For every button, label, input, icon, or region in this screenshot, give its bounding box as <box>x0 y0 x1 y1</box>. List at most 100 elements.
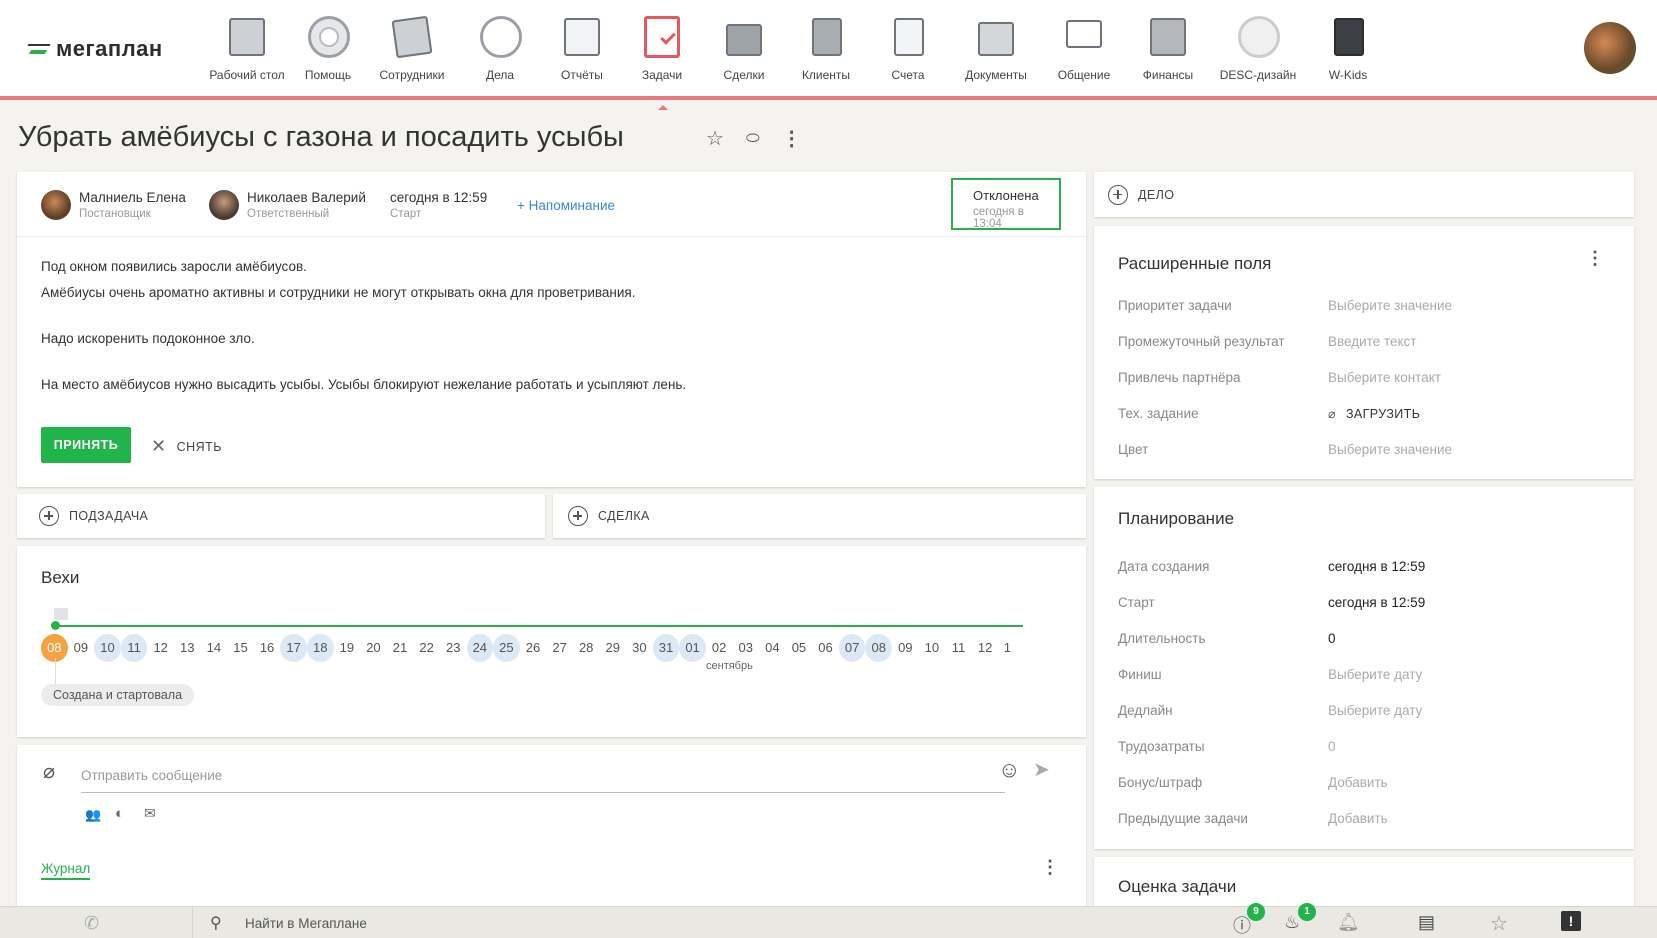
timeline-day[interactable]: 11 <box>945 634 972 662</box>
timeline-day[interactable]: 09 <box>892 634 919 662</box>
send-icon[interactable]: ➤ <box>1033 757 1050 782</box>
people-icon[interactable]: 👥 <box>85 807 101 823</box>
timeline-day[interactable]: 12 <box>972 634 999 662</box>
milestone-event-chip[interactable]: Создана и стартовала <box>41 684 195 706</box>
attach-icon[interactable]: ⌀ <box>43 759 55 784</box>
feedback-icon[interactable]: ! <box>1561 911 1581 931</box>
employees-icon <box>390 14 434 60</box>
accept-button[interactable]: ПРИНЯТЬ <box>41 427 131 463</box>
add-subtask-card[interactable]: ПОДЗАДАЧА <box>17 494 545 538</box>
timeline-day[interactable]: 10 <box>94 634 121 662</box>
nav-item-help[interactable]: Помощь <box>280 14 376 82</box>
timer-icon[interactable]: ◐ <box>115 805 124 822</box>
field-tech-spec: Тех. задание ⌀ ЗАГРУЗИТЬ <box>1118 406 1421 421</box>
nav-item-w-kids[interactable]: W-Kids <box>1300 14 1396 82</box>
field-bonus[interactable]: Бонус/штраф Добавить <box>1118 775 1598 790</box>
timeline-day[interactable]: 23 <box>440 634 467 662</box>
invoice-icon <box>886 14 930 60</box>
more-vert-icon[interactable]: ⋮ <box>782 126 802 151</box>
field-previous-tasks[interactable]: Предыдущие задачи Добавить <box>1118 811 1598 826</box>
tag-icon[interactable]: ⬭ <box>746 130 760 148</box>
logo[interactable]: мегаплан <box>28 36 163 62</box>
user-avatar[interactable] <box>1584 22 1636 74</box>
timeline-day[interactable]: 07 <box>838 634 866 662</box>
message-input[interactable]: Отправить сообщение <box>81 757 1005 793</box>
timeline-day[interactable]: 15 <box>227 634 254 662</box>
field-partner[interactable]: Привлечь партнёра Выберите контакт <box>1118 370 1598 385</box>
add-circle-icon <box>568 506 588 526</box>
timeline-day[interactable]: 11 <box>120 634 148 662</box>
responsible[interactable]: Николаев Валерий Ответственный <box>209 190 366 220</box>
messages-icon[interactable]: ▤ <box>1418 912 1435 933</box>
timeline-day[interactable]: 22 <box>413 634 440 662</box>
owner-avatar <box>41 190 71 220</box>
timeline-day[interactable]: 18 <box>306 634 334 662</box>
more-vert-icon[interactable]: ⋮ <box>1586 248 1604 269</box>
star-icon[interactable]: ☆ <box>1490 911 1508 936</box>
owner[interactable]: Малниель Елена Постановщик <box>41 190 186 220</box>
add-case-card[interactable]: ДЕЛО <box>1094 172 1634 217</box>
timeline-day[interactable]: 06 <box>812 634 839 662</box>
global-search-input[interactable]: Найти в Мегаплане <box>245 916 367 931</box>
task-description: Под окном появились заросли амёбиусов. А… <box>41 254 686 398</box>
timeline-day[interactable]: 19 <box>334 634 361 662</box>
add-subtask-label: ПОДЗАДАЧА <box>69 509 149 523</box>
timeline-day[interactable]: 1 <box>998 634 1016 662</box>
timeline-day[interactable]: 17 <box>280 634 307 662</box>
timeline-day[interactable]: 02 <box>706 634 733 662</box>
timeline-day[interactable]: 31 <box>652 634 680 662</box>
timeline-day[interactable]: 30 <box>626 634 653 662</box>
timeline-day[interactable]: 20 <box>360 634 387 662</box>
timeline-day[interactable]: 24 <box>466 634 494 662</box>
field-color[interactable]: Цвет Выберите значение <box>1118 442 1598 457</box>
nav-item-communication[interactable]: Общение <box>1036 14 1132 82</box>
field-finish[interactable]: Финиш Выберите дату <box>1118 667 1598 682</box>
timeline-day[interactable]: 14 <box>201 634 228 662</box>
timeline-day[interactable]: 16 <box>254 634 281 662</box>
nav-item-finance[interactable]: Финансы <box>1120 14 1216 82</box>
field-duration[interactable]: Длительность 0 <box>1118 631 1598 646</box>
remove-label: СНЯТЬ <box>176 439 223 454</box>
status-badge[interactable]: Отклонена сегодня в 13:04 <box>951 178 1061 230</box>
timeline-day[interactable]: 08 <box>865 634 892 662</box>
field-deadline[interactable]: Дедлайн Выберите дату <box>1118 703 1598 718</box>
upload-button[interactable]: ⌀ ЗАГРУЗИТЬ <box>1328 406 1420 421</box>
bell-icon[interactable]: 🔔︎ <box>1337 912 1360 933</box>
timeline-day[interactable]: 26 <box>520 634 547 662</box>
add-reminder-link[interactable]: + Напоминание <box>517 198 615 213</box>
timeline-day[interactable]: 25 <box>493 634 520 662</box>
field-intermediate-result[interactable]: Промежуточный результат Введите текст <box>1118 334 1598 349</box>
timeline-day[interactable]: 13 <box>174 634 201 662</box>
field-priority[interactable]: Приоритет задачи Выберите значение <box>1118 298 1598 313</box>
nav-item-employees[interactable]: Сотрудники <box>364 14 460 82</box>
timeline-day[interactable]: 21 <box>387 634 414 662</box>
nav-item-documents[interactable]: Документы <box>948 14 1044 82</box>
emoji-icon[interactable]: ☺ <box>998 757 1020 783</box>
star-icon[interactable]: ☆ <box>706 126 724 151</box>
tab-journal[interactable]: Журнал <box>41 861 91 880</box>
timeline-day[interactable]: 12 <box>147 634 174 662</box>
phone-icon[interactable]: ✆ <box>84 913 99 934</box>
timeline-day[interactable]: 28 <box>573 634 600 662</box>
timeline-day[interactable]: 01 <box>679 634 706 662</box>
add-deal-card[interactable]: СДЕЛКА <box>553 494 1086 538</box>
month-label: сентябрь <box>706 660 753 672</box>
timeline-day[interactable]: 10 <box>919 634 946 662</box>
timeline-day[interactable]: 04 <box>759 634 786 662</box>
timeline-day[interactable]: 05 <box>786 634 813 662</box>
nav-item-invoices[interactable]: Счета <box>860 14 956 82</box>
more-vert-icon[interactable]: ⋮ <box>1041 857 1059 878</box>
nav-item-desc-design[interactable]: DESC-дизайн <box>1210 14 1306 82</box>
timeline-day[interactable]: 09 <box>68 634 95 662</box>
mail-icon[interactable]: ✉ <box>144 805 156 822</box>
timeline-day[interactable]: 27 <box>546 634 573 662</box>
field-effort[interactable]: Трудозатраты 0 <box>1118 739 1598 754</box>
chat-icon <box>1062 14 1106 60</box>
nav-label: Общение <box>1057 68 1111 82</box>
remove-button[interactable]: ✕ СНЯТЬ <box>151 436 222 457</box>
milestones-card: Вехи 08 09 10 11 12 13 14 15 16 17 18 19 20 21 22 23 24 2… <box>17 546 1086 737</box>
timeline-day[interactable]: 03 <box>732 634 759 662</box>
field-start[interactable]: Старт сегодня в 12:59 <box>1118 595 1598 610</box>
fire-badge: 1 <box>1298 903 1316 921</box>
timeline-day[interactable]: 29 <box>599 634 626 662</box>
